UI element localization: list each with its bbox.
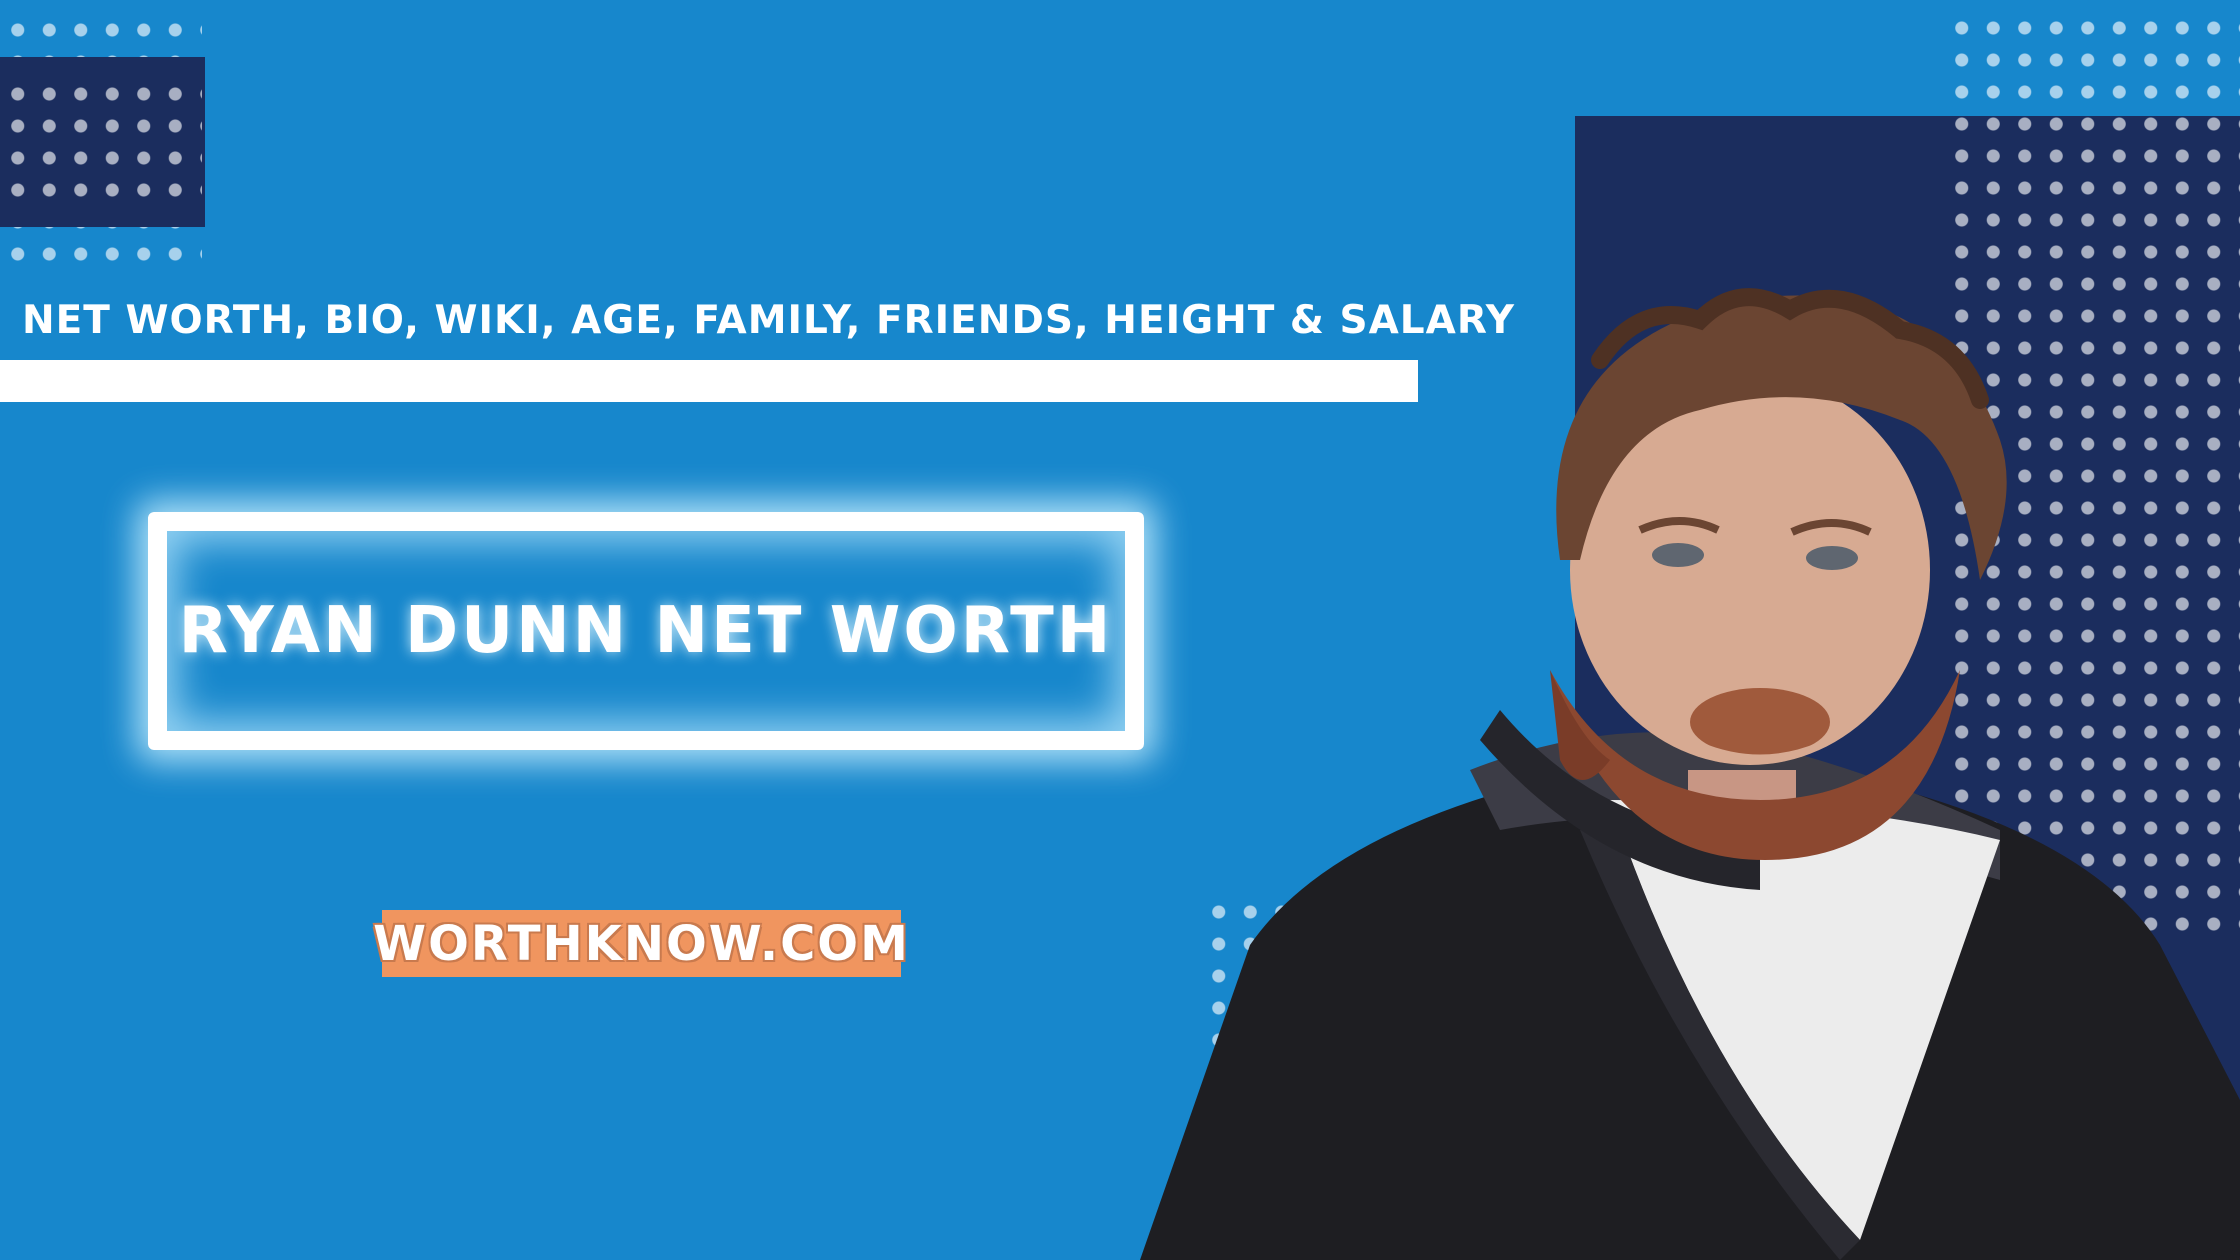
person-photo: [1140, 288, 2240, 1260]
page-title: RYAN DUNN NET WORTH: [178, 594, 1114, 668]
site-badge: WORTHKNOW.COM: [373, 910, 908, 977]
site-name: WORTHKNOW.COM: [373, 915, 910, 972]
title-box: RYAN DUNN NET WORTH: [148, 512, 1144, 750]
dot-pattern-top-left-overlay: [2, 78, 202, 208]
